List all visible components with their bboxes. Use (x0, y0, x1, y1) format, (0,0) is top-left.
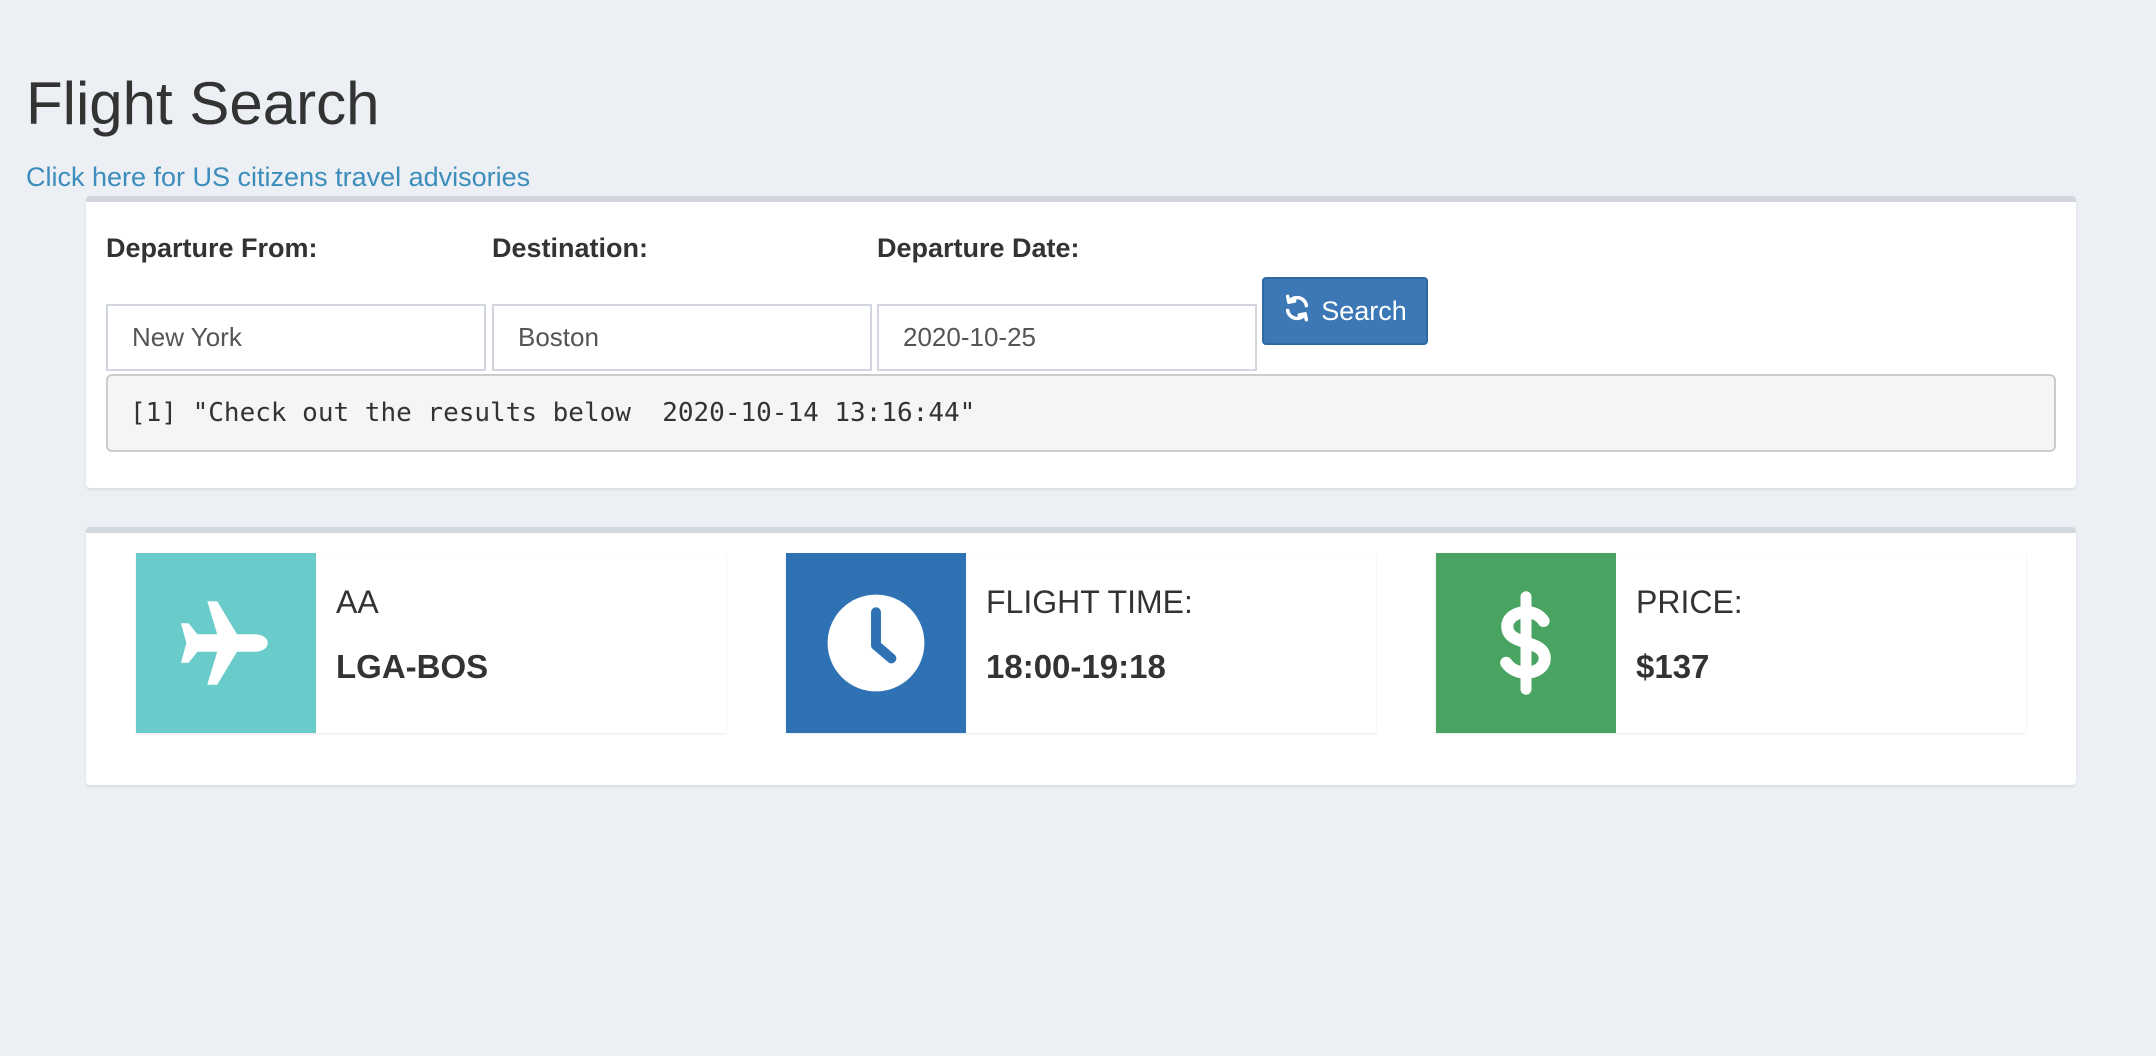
clock-icon (786, 553, 966, 733)
departure-input[interactable] (106, 304, 486, 371)
plane-icon (136, 553, 316, 733)
destination-field-group: Destination: (492, 232, 872, 371)
search-button[interactable]: Search (1262, 277, 1428, 345)
flight-time-info-box: FLIGHT TIME: 18:00-19:18 (786, 553, 1376, 733)
refresh-icon (1283, 294, 1311, 329)
destination-label: Destination: (492, 233, 649, 263)
travel-advisory-link[interactable]: Click here for US citizens travel adviso… (26, 160, 530, 194)
flight-time-value: 18:00-19:18 (986, 648, 1166, 685)
search-button-label: Search (1321, 295, 1407, 326)
flight-time-label: FLIGHT TIME: (986, 584, 1193, 620)
price-label: PRICE: (1636, 584, 1743, 620)
departure-date-input[interactable] (877, 304, 1257, 371)
dollar-icon (1436, 553, 1616, 733)
departure-label: Departure From: (106, 233, 318, 263)
price-info-box: PRICE: $137 (1436, 553, 2026, 733)
destination-input[interactable] (492, 304, 872, 371)
airline-code: AA (336, 584, 379, 620)
price-value: $137 (1636, 648, 1710, 685)
departure-date-label: Departure Date: (877, 233, 1080, 263)
console-output: [1] "Check out the results below 2020-10… (106, 374, 2056, 452)
airline-info-box: AA LGA-BOS (136, 553, 726, 733)
route: LGA-BOS (336, 648, 489, 685)
results-panel: AA LGA-BOS FLIGHT TIME: 18:00-19:18 PRIC… (86, 527, 2076, 785)
page-title: Flight Search (26, 70, 380, 137)
departure-field-group: Departure From: (106, 232, 486, 371)
date-field-group: Departure Date: (877, 232, 1257, 371)
search-panel: Departure From: Destination: Departure D… (86, 196, 2076, 488)
